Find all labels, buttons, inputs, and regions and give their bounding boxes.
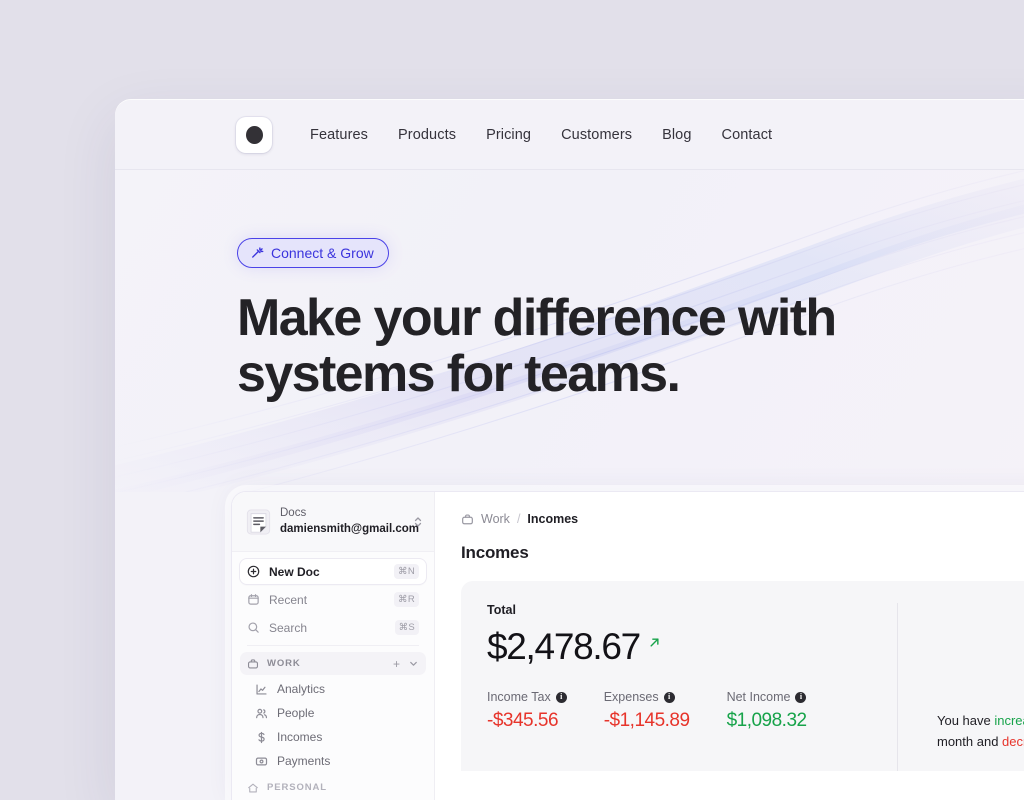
- nav-link-products[interactable]: Products: [398, 127, 456, 143]
- summary-decrease: decrea: [1002, 734, 1024, 750]
- nav-link-contact[interactable]: Contact: [722, 127, 773, 143]
- stat-label: Expenses i: [604, 690, 690, 704]
- stat-label-text: Income Tax: [487, 690, 551, 704]
- total-label: Total: [487, 603, 516, 617]
- nav-link-pricing[interactable]: Pricing: [486, 127, 531, 143]
- nav-link-features[interactable]: Features: [310, 127, 368, 143]
- sidebar-item-incomes[interactable]: Incomes: [240, 725, 426, 749]
- plus-icon[interactable]: +: [393, 658, 400, 670]
- nav-link-customers[interactable]: Customers: [561, 127, 632, 143]
- search-icon: [248, 622, 259, 633]
- stat-label: Net Income i: [727, 690, 807, 704]
- sidebar-label-recent: Recent: [269, 592, 308, 607]
- dashboard-main: Work / Incomes Incomes Total $2,478.67 I…: [435, 492, 1024, 800]
- total-panel-left: Total $2,478.67 Income Tax i -$345.56 Ex…: [487, 603, 897, 771]
- account-email: damiensmith@gmail.com: [280, 522, 420, 535]
- sidebar-item-new-doc[interactable]: New Doc ⌘N: [240, 559, 426, 585]
- sidebar-item-analytics[interactable]: Analytics: [240, 677, 426, 701]
- total-amount-row: $2,478.67: [487, 626, 897, 668]
- chart-line-icon: [256, 683, 267, 695]
- summary-line1-pre: You have: [937, 713, 995, 729]
- summary-panel: You have increase month and decrea: [897, 603, 1024, 771]
- sidebar-group-personal[interactable]: PERSONAL: [240, 776, 426, 799]
- summary-line-2: month and decrea: [937, 732, 1024, 753]
- shortcut-new-doc: ⌘N: [394, 564, 419, 580]
- chevron-updown-icon[interactable]: [413, 515, 423, 529]
- home-icon: [248, 783, 258, 793]
- sidebar-item-search[interactable]: Search ⌘S: [240, 615, 426, 640]
- sidebar-label-new-doc: New Doc: [269, 564, 320, 579]
- dashboard-sidebar: Docs damiensmith@gmail.com New Doc ⌘N Re…: [232, 492, 435, 800]
- browser-window: Features Products Pricing Customers Blog…: [115, 100, 1024, 800]
- breadcrumb-current: Incomes: [527, 512, 579, 526]
- total-panel: Total $2,478.67 Income Tax i -$345.56 Ex…: [461, 581, 1024, 771]
- summary-text: You have increase month and decrea: [937, 711, 1024, 753]
- briefcase-icon: [462, 513, 473, 524]
- page-title: Make your difference with systems for te…: [237, 289, 837, 404]
- hero-section: Connect & Grow Make your difference with…: [115, 170, 1024, 492]
- stat-label-text: Net Income: [726, 690, 791, 704]
- sidebar-divider: [247, 645, 419, 647]
- sidebar-label-people: People: [277, 706, 315, 721]
- card-icon: [255, 757, 268, 765]
- summary-increase: increase: [994, 713, 1024, 729]
- badge-label: Connect & Grow: [271, 245, 374, 261]
- sidebar-label-payments: Payments: [277, 754, 331, 769]
- stat-label-text: Expenses: [603, 690, 659, 704]
- summary-line-1: You have increase: [937, 711, 1024, 732]
- stat-income-tax: Income Tax i -$345.56: [487, 690, 567, 732]
- nav-links: Features Products Pricing Customers Blog…: [310, 127, 772, 143]
- info-icon[interactable]: i: [555, 691, 567, 703]
- calendar-icon: [248, 594, 259, 605]
- total-value: $2,478.67: [487, 626, 641, 667]
- breadcrumb-parent[interactable]: Work: [481, 512, 510, 526]
- magic-wand-icon: [252, 246, 264, 258]
- connect-and-grow-badge[interactable]: Connect & Grow: [237, 238, 389, 268]
- shortcut-recent: ⌘R: [394, 592, 419, 608]
- sidebar-item-people[interactable]: People: [240, 701, 426, 725]
- stat-label: Income Tax i: [487, 690, 567, 704]
- sidebar-group-work[interactable]: WORK +: [240, 652, 426, 676]
- arrow-up-right-icon: [650, 638, 659, 647]
- top-navigation: Features Products Pricing Customers Blog…: [115, 100, 1024, 170]
- summary-line2-pre: month and: [937, 734, 1003, 750]
- sidebar-body: New Doc ⌘N Recent ⌘R Search ⌘S WORK + An…: [232, 552, 434, 799]
- dollar-icon: [258, 731, 265, 743]
- sidebar-label-incomes: Incomes: [277, 730, 323, 745]
- hero-content: Connect & Grow Make your difference with…: [115, 170, 1024, 402]
- sidebar-group-label-personal: PERSONAL: [267, 782, 327, 794]
- stats-row: Income Tax i -$345.56 Expenses i -$1,145…: [487, 690, 897, 732]
- breadcrumb-separator: /: [516, 512, 521, 526]
- circle-logo-icon[interactable]: [236, 116, 272, 153]
- sidebar-group-label-work: WORK: [267, 658, 301, 670]
- account-name: Docs: [280, 507, 307, 519]
- stat-value: -$345.56: [487, 710, 559, 731]
- plus-circle-icon: [247, 565, 260, 578]
- shortcut-search: ⌘S: [394, 620, 419, 636]
- dashboard-page-title: Incomes: [461, 543, 529, 562]
- stat-value: -$1,145.89: [603, 710, 690, 731]
- sidebar-label-search: Search: [269, 620, 308, 635]
- account-switcher[interactable]: Docs damiensmith@gmail.com: [232, 492, 434, 553]
- chevron-down-icon[interactable]: [408, 658, 419, 669]
- dashboard-preview-card: Docs damiensmith@gmail.com New Doc ⌘N Re…: [232, 492, 1024, 800]
- logo-dot: [245, 125, 263, 144]
- info-icon[interactable]: i: [663, 691, 675, 703]
- info-icon[interactable]: i: [795, 691, 807, 703]
- sidebar-label-analytics: Analytics: [277, 682, 326, 697]
- briefcase-icon: [247, 658, 259, 669]
- sidebar-item-recent[interactable]: Recent ⌘R: [240, 587, 426, 612]
- users-icon: [256, 708, 268, 718]
- breadcrumb: Work / Incomes: [461, 512, 1024, 526]
- nav-link-blog[interactable]: Blog: [662, 127, 691, 143]
- stat-net-income: Net Income i $1,098.32: [726, 690, 808, 732]
- sidebar-item-payments[interactable]: Payments: [240, 749, 426, 773]
- stat-expenses: Expenses i -$1,145.89: [604, 690, 690, 732]
- stat-value: $1,098.32: [726, 710, 808, 731]
- document-icon: [246, 508, 271, 535]
